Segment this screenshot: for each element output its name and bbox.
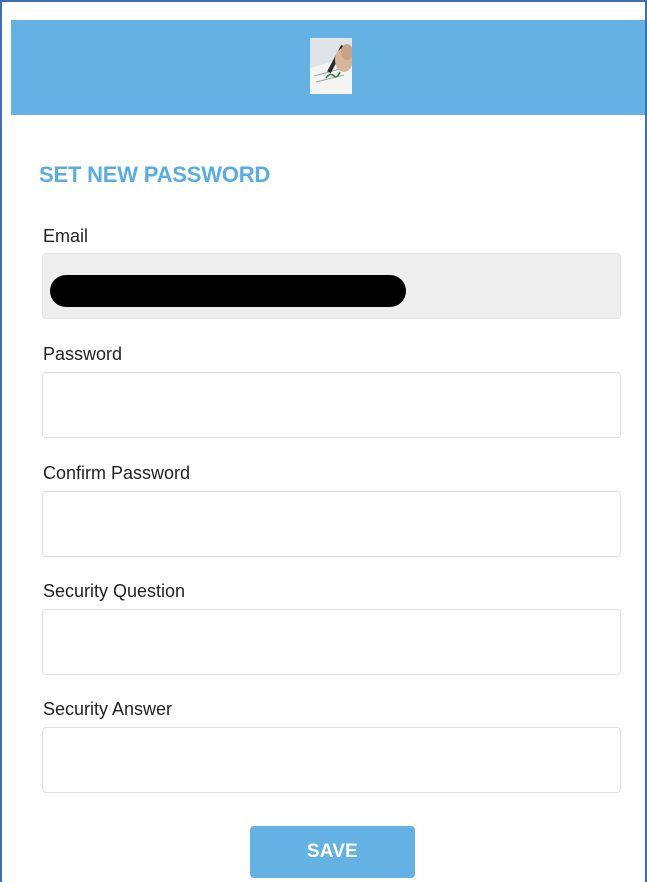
password-field[interactable] bbox=[42, 372, 621, 438]
top-margin bbox=[11, 2, 645, 20]
app-window: SET NEW PASSWORD Email Password Confirm … bbox=[0, 0, 647, 882]
security-answer-field[interactable] bbox=[42, 727, 621, 793]
security-question-label: Security Question bbox=[43, 581, 186, 601]
email-redaction bbox=[50, 275, 406, 307]
pen-signing-icon bbox=[310, 38, 352, 94]
confirm-password-field[interactable] bbox=[42, 491, 621, 557]
email-label: Email bbox=[43, 226, 89, 246]
confirm-password-label: Confirm Password bbox=[43, 463, 191, 483]
page-title: SET NEW PASSWORD bbox=[39, 162, 271, 187]
security-question-field[interactable] bbox=[42, 609, 621, 675]
password-label: Password bbox=[43, 344, 123, 364]
save-button[interactable]: SAVE bbox=[250, 826, 415, 878]
security-answer-label: Security Answer bbox=[43, 699, 173, 719]
